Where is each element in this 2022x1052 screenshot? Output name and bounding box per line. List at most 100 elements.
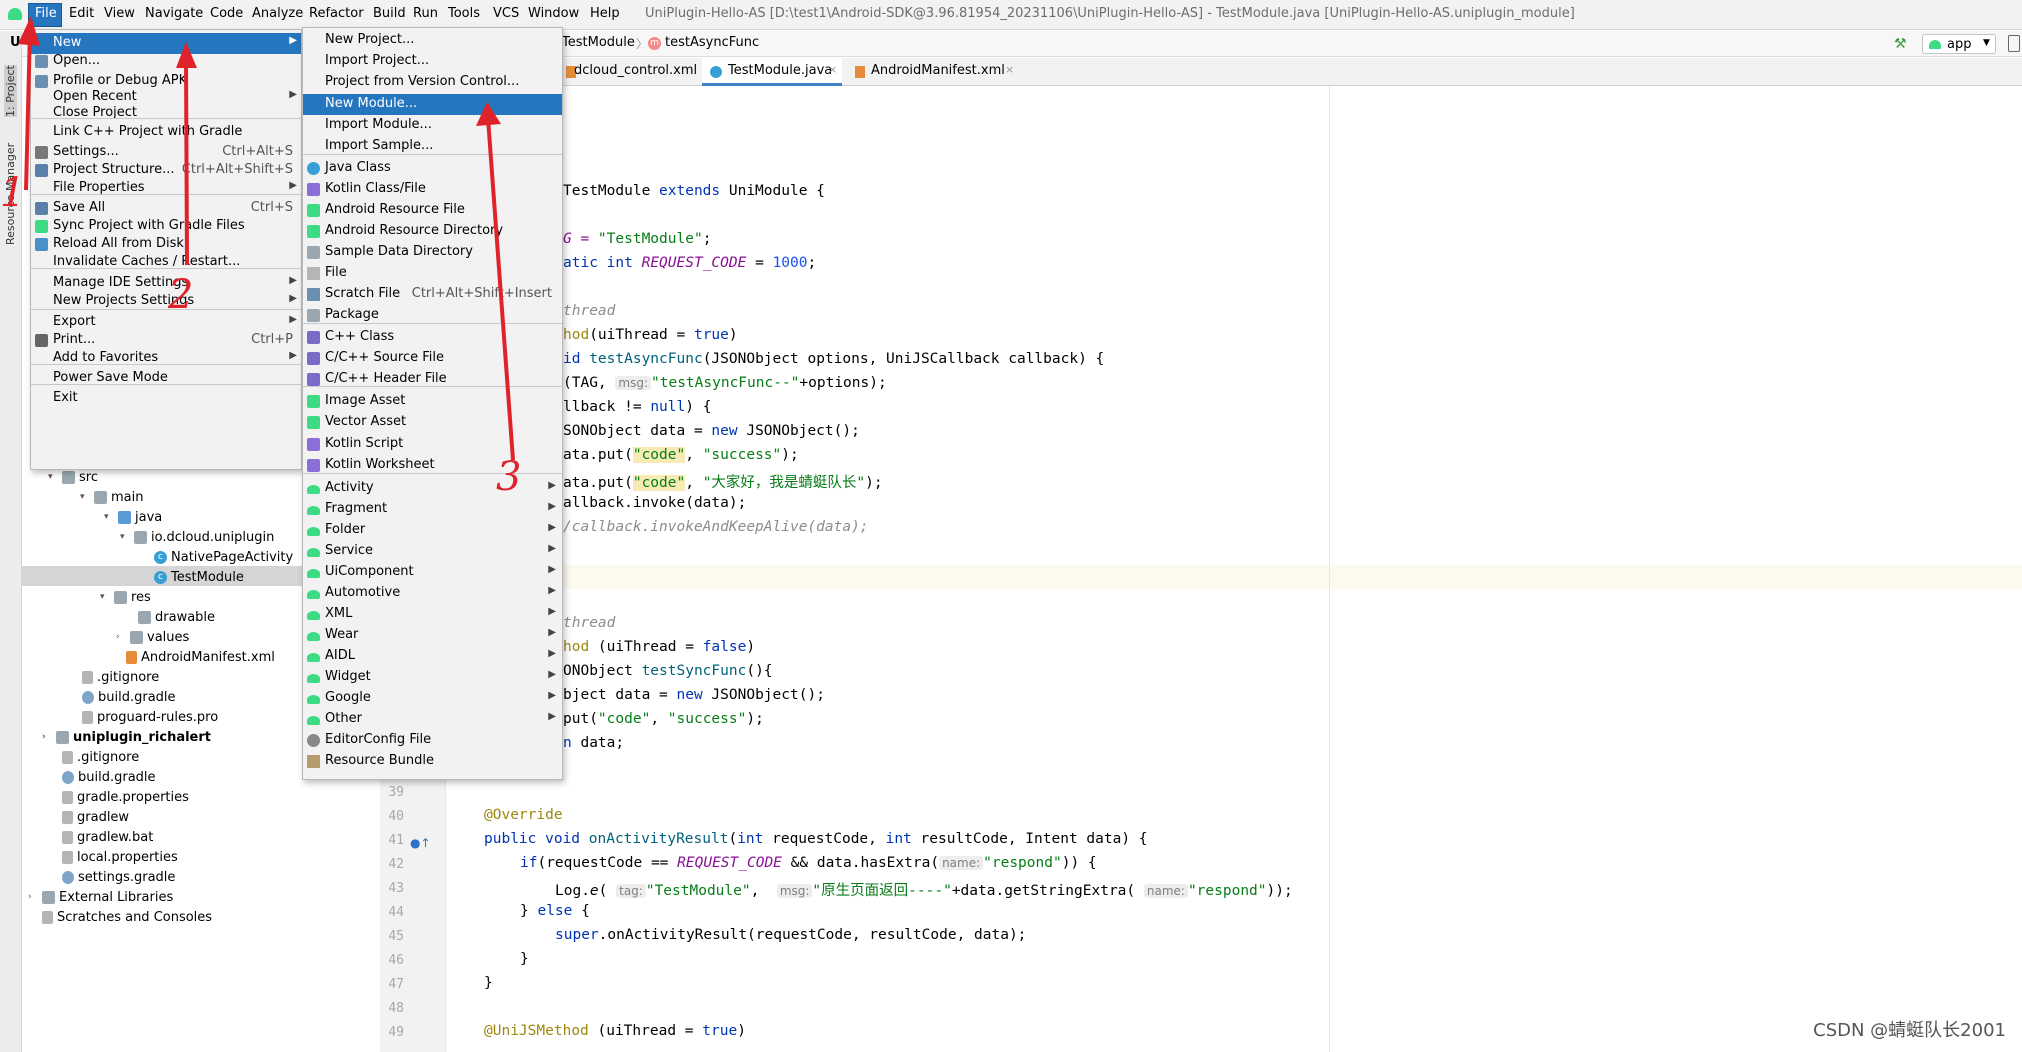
- new-menu-item[interactable]: AIDL ▶: [303, 646, 562, 667]
- menu-build[interactable]: Build: [373, 6, 406, 21]
- chevron-right-icon[interactable]: ›: [28, 892, 38, 902]
- close-icon[interactable]: ×: [828, 63, 837, 76]
- new-menu-item[interactable]: Java Class: [303, 158, 562, 179]
- project-tool-button[interactable]: 1: Project: [4, 65, 17, 117]
- new-menu-item[interactable]: Import Module...: [303, 115, 562, 136]
- tab-android-manifest[interactable]: AndroidManifest.xml ×: [855, 58, 1015, 86]
- new-menu-item[interactable]: Other ▶: [303, 709, 562, 730]
- new-menu-item[interactable]: Widget ▶: [303, 667, 562, 688]
- new-menu-item[interactable]: Folder ▶: [303, 520, 562, 541]
- tree-item[interactable]: gradlew.bat: [48, 827, 153, 847]
- new-menu-item[interactable]: New Project...: [303, 30, 562, 51]
- menu-file[interactable]: File: [35, 6, 57, 21]
- device-icon[interactable]: [2008, 35, 2020, 52]
- tree-item[interactable]: ▾ res: [100, 587, 151, 607]
- tree-item[interactable]: ▾ src: [48, 467, 98, 487]
- new-menu-item[interactable]: Android Resource Directory: [303, 221, 562, 242]
- new-menu-item[interactable]: Kotlin Class/File: [303, 179, 562, 200]
- menu-refactor[interactable]: Refactor: [309, 6, 364, 21]
- file-menu-item[interactable]: Open...: [31, 51, 301, 72]
- menu-view[interactable]: View: [104, 6, 135, 21]
- menu-item-label: C++ Class: [325, 329, 395, 344]
- tree-item[interactable]: ▾ main: [80, 487, 143, 507]
- code-line: ONObject testSyncFunc(){: [563, 663, 773, 679]
- chevron-right-icon[interactable]: ›: [116, 632, 126, 642]
- menu-navigate[interactable]: Navigate: [145, 6, 203, 21]
- tree-item[interactable]: c TestModule: [140, 567, 244, 587]
- tree-item[interactable]: gradlew: [48, 807, 129, 827]
- new-menu-item[interactable]: Wear ▶: [303, 625, 562, 646]
- menu-vcs[interactable]: VCS: [493, 6, 519, 21]
- menu-analyze[interactable]: Analyze: [252, 6, 303, 21]
- menu-run[interactable]: Run: [413, 6, 438, 21]
- tree-item[interactable]: ▾ io.dcloud.uniplugin: [120, 527, 274, 547]
- menu-help[interactable]: Help: [590, 6, 620, 21]
- new-menu-item[interactable]: File: [303, 263, 562, 284]
- tree-item[interactable]: .gitignore: [68, 667, 159, 687]
- new-menu-item[interactable]: Import Project...: [303, 51, 562, 72]
- tree-item[interactable]: settings.gradle: [48, 867, 175, 887]
- file-menu-item[interactable]: Link C++ Project with Gradle: [31, 122, 301, 143]
- tree-item[interactable]: Scratches and Consoles: [28, 907, 212, 927]
- new-menu-item[interactable]: Vector Asset: [303, 412, 562, 433]
- new-menu-item[interactable]: Project from Version Control...: [303, 72, 562, 93]
- chevron-down-icon[interactable]: ▾: [120, 532, 130, 542]
- new-menu-item[interactable]: Service ▶: [303, 541, 562, 562]
- file-menu-item[interactable]: Exit: [31, 388, 301, 409]
- file-menu-item[interactable]: Invalidate Caches / Restart...: [31, 252, 301, 273]
- tree-item[interactable]: build.gradle: [68, 687, 176, 707]
- tree-item[interactable]: AndroidManifest.xml: [112, 647, 275, 667]
- menu-code[interactable]: Code: [210, 6, 243, 21]
- file-menu-item[interactable]: Close Project: [31, 103, 301, 124]
- chevron-down-icon[interactable]: ▾: [80, 492, 90, 502]
- file-menu-item[interactable]: Power Save Mode: [31, 368, 301, 389]
- tree-item[interactable]: gradle.properties: [48, 787, 189, 807]
- build-hammer-icon[interactable]: ⚒: [1894, 36, 1908, 52]
- new-menu-item[interactable]: Kotlin Script: [303, 434, 562, 455]
- new-menu-item[interactable]: Automotive ▶: [303, 583, 562, 604]
- menu-tools[interactable]: Tools: [448, 6, 480, 21]
- tree-item[interactable]: .gitignore: [48, 747, 139, 767]
- new-menu-item[interactable]: XML ▶: [303, 604, 562, 625]
- tree-item[interactable]: › uniplugin_richalert: [42, 727, 211, 747]
- tree-item[interactable]: local.properties: [48, 847, 178, 867]
- new-menu-item[interactable]: Resource Bundle: [303, 751, 562, 772]
- new-menu-item[interactable]: Scratch File Ctrl+Alt+Shift+Insert: [303, 284, 562, 305]
- new-menu-item[interactable]: Activity ▶: [303, 478, 562, 499]
- new-menu-item[interactable]: New Module...: [303, 94, 562, 115]
- tree-item[interactable]: › values: [116, 627, 189, 647]
- new-menu-item[interactable]: Fragment ▶: [303, 499, 562, 520]
- new-menu-item[interactable]: C/C++ Source File: [303, 348, 562, 369]
- override-gutter-icon[interactable]: ●↑: [410, 836, 431, 850]
- file-menu-item[interactable]: Add to Favorites ▶: [31, 348, 301, 369]
- chevron-down-icon[interactable]: ▾: [48, 472, 58, 482]
- new-menu-item[interactable]: Sample Data Directory: [303, 242, 562, 263]
- menu-edit[interactable]: Edit: [69, 6, 94, 21]
- breadcrumb-method[interactable]: testAsyncFunc: [665, 35, 759, 50]
- menu-window[interactable]: Window: [528, 6, 579, 21]
- tree-item-label: build.gradle: [78, 769, 156, 785]
- tree-item[interactable]: c NativePageActivity: [140, 547, 293, 567]
- new-menu-item[interactable]: UiComponent ▶: [303, 562, 562, 583]
- breadcrumb-class[interactable]: TestModule: [562, 35, 635, 50]
- new-menu-item[interactable]: Google ▶: [303, 688, 562, 709]
- tree-item[interactable]: proguard-rules.pro: [68, 707, 218, 727]
- tab-testmodule-active[interactable]: TestModule.java ×: [702, 58, 842, 86]
- chevron-down-icon[interactable]: ▾: [100, 592, 110, 602]
- run-config-dropdown[interactable]: app ▼: [1922, 34, 1996, 54]
- new-menu-item[interactable]: Image Asset: [303, 391, 562, 412]
- chevron-down-icon[interactable]: ▾: [104, 512, 114, 522]
- tree-item[interactable]: build.gradle: [48, 767, 156, 787]
- new-menu-item[interactable]: EditorConfig File: [303, 730, 562, 751]
- file-menu-item[interactable]: File Properties ▶: [31, 178, 301, 199]
- method-icon: m: [648, 37, 661, 50]
- new-menu-item[interactable]: Android Resource File: [303, 200, 562, 221]
- close-icon[interactable]: ×: [1005, 63, 1014, 76]
- tree-item[interactable]: ▾ java: [104, 507, 162, 527]
- menu-item-label: Android Resource File: [325, 202, 465, 217]
- tree-item[interactable]: › External Libraries: [28, 887, 173, 907]
- tab-dcloud-control[interactable]: dcloud_control.xml: [566, 58, 708, 86]
- new-menu-item[interactable]: C++ Class: [303, 327, 562, 348]
- tree-item[interactable]: drawable: [124, 607, 215, 627]
- chevron-right-icon[interactable]: ›: [42, 732, 52, 742]
